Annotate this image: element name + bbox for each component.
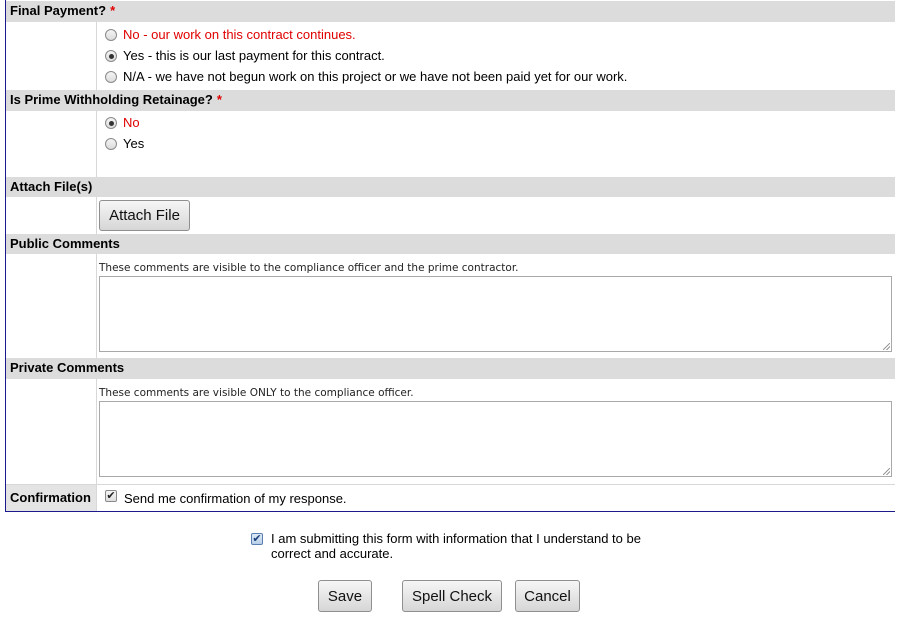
final-payment-label: Final Payment? — [10, 3, 107, 18]
final-payment-no-label: No - our work on this contract continues… — [123, 27, 356, 42]
required-mark: * — [216, 92, 222, 107]
confirmation-label-cell: Confirmation — [6, 485, 97, 511]
confirmation-label: Confirmation — [10, 490, 91, 505]
final-payment-yes-label: Yes - this is our last payment for this … — [123, 48, 385, 63]
response-form: Final Payment? * No - our work on this co… — [5, 0, 895, 512]
attestation-text-line2: correct and accurate. — [271, 546, 394, 561]
retainage-yes-radio[interactable] — [105, 138, 117, 150]
public-comments-header: Public Comments — [6, 234, 895, 254]
retainage-no-radio[interactable] — [105, 117, 117, 129]
private-comments-label: Private Comments — [10, 360, 125, 375]
final-payment-na-label: N/A - we have not begun work on this pro… — [123, 69, 628, 84]
row-divider — [6, 484, 895, 485]
label-column — [6, 254, 97, 358]
public-comments-textarea[interactable] — [99, 276, 892, 352]
cancel-button[interactable]: Cancel — [515, 580, 580, 612]
attach-label: Attach File(s) — [10, 179, 93, 194]
attach-file-button[interactable]: Attach File — [99, 200, 190, 231]
confirmation-checkbox-label: Send me confirmation of my response. — [124, 491, 347, 506]
final-payment-na-radio[interactable] — [105, 71, 117, 83]
final-payment-no-radio[interactable] — [105, 29, 117, 41]
public-comments-hint: These comments are visible to the compli… — [99, 262, 519, 274]
label-column — [6, 111, 97, 177]
attestation-checkbox[interactable]: ✔ — [251, 533, 263, 545]
private-comments-header: Private Comments — [6, 358, 895, 379]
attach-header: Attach File(s) — [6, 177, 895, 197]
retainage-no-label: No — [123, 115, 140, 130]
confirmation-checkbox[interactable]: ✔ — [105, 490, 117, 502]
spell-check-button[interactable]: Spell Check — [402, 580, 502, 612]
final-payment-header: Final Payment? * — [6, 1, 895, 22]
retainage-label: Is Prime Withholding Retainage? — [10, 92, 213, 107]
retainage-yes-label: Yes — [123, 136, 145, 151]
resize-grip-icon[interactable] — [883, 343, 890, 350]
private-comments-hint: These comments are visible ONLY to the c… — [99, 387, 414, 399]
label-column — [6, 197, 97, 234]
label-column — [6, 379, 97, 484]
label-column — [6, 22, 97, 90]
public-comments-label: Public Comments — [10, 236, 120, 251]
resize-grip-icon[interactable] — [883, 468, 890, 475]
private-comments-textarea[interactable] — [99, 401, 892, 477]
required-mark: * — [110, 3, 116, 18]
final-payment-yes-radio[interactable] — [105, 50, 117, 62]
save-button[interactable]: Save — [318, 580, 372, 612]
retainage-header: Is Prime Withholding Retainage? * — [6, 90, 895, 111]
attestation-text-line1: I am submitting this form with informati… — [271, 531, 641, 546]
